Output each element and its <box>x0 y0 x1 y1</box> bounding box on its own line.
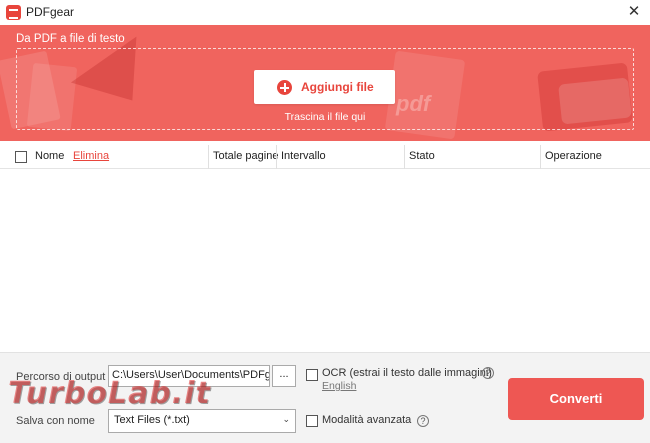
pdfgear-logo-icon <box>6 5 21 20</box>
advanced-help-icon[interactable]: ? <box>417 415 429 427</box>
title-bar: PDFgear ✕ <box>0 0 650 25</box>
ocr-language-link[interactable]: English <box>322 380 356 392</box>
ocr-checkbox[interactable] <box>306 369 318 381</box>
chevron-down-icon: ⌄ <box>282 414 290 424</box>
file-list[interactable] <box>0 169 650 352</box>
delete-link[interactable]: Elimina <box>69 145 109 169</box>
advanced-mode-label: Modalità avanzata <box>322 414 412 426</box>
tool-banner: pdf Da PDF a file di testo Aggiungi file… <box>0 25 650 141</box>
tool-title: Da PDF a file di testo <box>16 33 125 45</box>
column-name: Nome <box>35 150 65 162</box>
output-settings-panel: Percorso di output C:\Users\User\Documen… <box>0 352 650 443</box>
column-total-pages: Totale pagine <box>213 150 279 162</box>
plus-circle-icon <box>277 80 292 95</box>
ocr-label: OCR (estrai il testo dalle immagini) <box>322 367 492 379</box>
drop-hint: Trascina il file qui <box>284 111 366 123</box>
column-operation: Operazione <box>545 150 602 162</box>
add-file-button[interactable]: Aggiungi file <box>254 70 395 104</box>
advanced-mode-checkbox[interactable] <box>306 415 318 427</box>
ocr-help-icon[interactable]: ? <box>482 367 494 379</box>
add-file-label: Aggiungi file <box>301 80 374 94</box>
column-status: Stato <box>409 150 435 162</box>
save-as-label: Salva con nome <box>16 415 95 427</box>
output-path-label: Percorso di output <box>16 371 106 383</box>
file-format-select[interactable]: Text Files (*.txt) ⌄ <box>108 409 296 433</box>
column-range: Intervallo <box>281 150 326 162</box>
convert-button[interactable]: Converti <box>508 378 644 420</box>
close-icon[interactable]: ✕ <box>624 2 644 22</box>
output-path-input[interactable]: C:\Users\User\Documents\PDFgear <box>108 365 270 387</box>
window-title: PDFgear <box>26 5 75 19</box>
file-table-header: Nome Elimina Totale pagine Intervallo St… <box>0 145 650 169</box>
select-all-checkbox[interactable] <box>15 151 27 163</box>
browse-button[interactable]: ... <box>272 365 296 387</box>
file-format-value: Text Files (*.txt) <box>114 414 190 426</box>
